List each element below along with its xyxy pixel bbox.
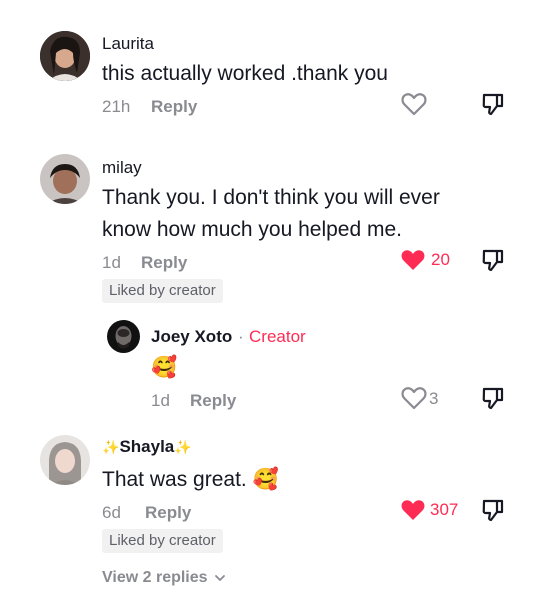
smiling-face-hearts-emoji: 🥰 (151, 356, 178, 379)
smiling-face-hearts-emoji: 🥰 (252, 468, 279, 491)
thumbs-down-icon (482, 387, 504, 410)
dislike-button[interactable] (481, 248, 505, 272)
view-replies-button[interactable]: View 2 replies (102, 569, 226, 587)
comment-text-line-1: Thank you. I don't think you will ever (102, 186, 440, 209)
user-photo-icon (40, 154, 90, 204)
clipped-action-icons (395, 0, 515, 2)
comment-username[interactable]: Laurita (102, 34, 154, 54)
like-count: 307 (430, 500, 459, 519)
comment-text: That was great. 🥰 (102, 464, 279, 496)
creator-label: Creator (249, 327, 306, 346)
reply-button[interactable]: Reply (190, 391, 236, 411)
dislike-button[interactable] (481, 498, 505, 522)
dislike-button[interactable] (481, 92, 505, 116)
comment-time: 1d (102, 253, 121, 272)
user-photo-icon (40, 31, 90, 81)
like-count: 3 (429, 389, 439, 408)
like-button[interactable] (400, 498, 426, 522)
clipped-previous-row (395, 0, 515, 2)
avatar-shayla[interactable] (40, 435, 90, 485)
reply-time: 1d (151, 391, 170, 410)
view-replies-label: View 2 replies (102, 569, 208, 586)
reply-button[interactable]: Reply (141, 253, 187, 273)
user-photo-icon (40, 435, 90, 485)
comment-text: this actually worked .thank you (102, 62, 388, 85)
heart-filled-icon (401, 500, 425, 520)
comment-username[interactable]: ✨Shayla✨ (102, 437, 192, 457)
like-count: 20 (431, 250, 450, 269)
comment-time: 21h (102, 97, 131, 116)
thumbs-down-icon (482, 499, 504, 522)
liked-by-creator-badge: Liked by creator (102, 529, 223, 553)
reply-button[interactable]: Reply (145, 503, 191, 523)
like-button[interactable] (401, 386, 427, 410)
chevron-down-icon (215, 574, 225, 581)
sparkles-emoji: ✨ (174, 439, 192, 455)
avatar-laurita[interactable] (40, 31, 90, 81)
avatar-joey-xoto[interactable] (107, 320, 140, 353)
username-text: Shayla (119, 437, 175, 456)
like-button[interactable] (400, 248, 426, 272)
comment-text-body: That was great. (102, 468, 247, 491)
comment-username[interactable]: milay (102, 158, 142, 178)
separator-dot: · (238, 327, 244, 346)
avatar-milay[interactable] (40, 154, 90, 204)
thumbs-down-icon (482, 93, 504, 116)
thumbs-down-icon (482, 249, 504, 272)
reply-button[interactable]: Reply (151, 97, 197, 117)
heart-outline-icon (401, 387, 427, 410)
dislike-button[interactable] (481, 386, 505, 410)
user-photo-icon (107, 320, 140, 353)
heart-filled-icon (401, 250, 425, 270)
comment-text-line-2: know how much you helped me. (102, 218, 402, 241)
sparkles-emoji: ✨ (102, 439, 120, 455)
reply-username[interactable]: Joey Xoto (151, 327, 232, 347)
comment-time: 6d (102, 503, 121, 522)
heart-outline-icon (401, 93, 427, 116)
like-button[interactable] (401, 92, 427, 116)
liked-by-creator-badge: Liked by creator (102, 279, 223, 303)
